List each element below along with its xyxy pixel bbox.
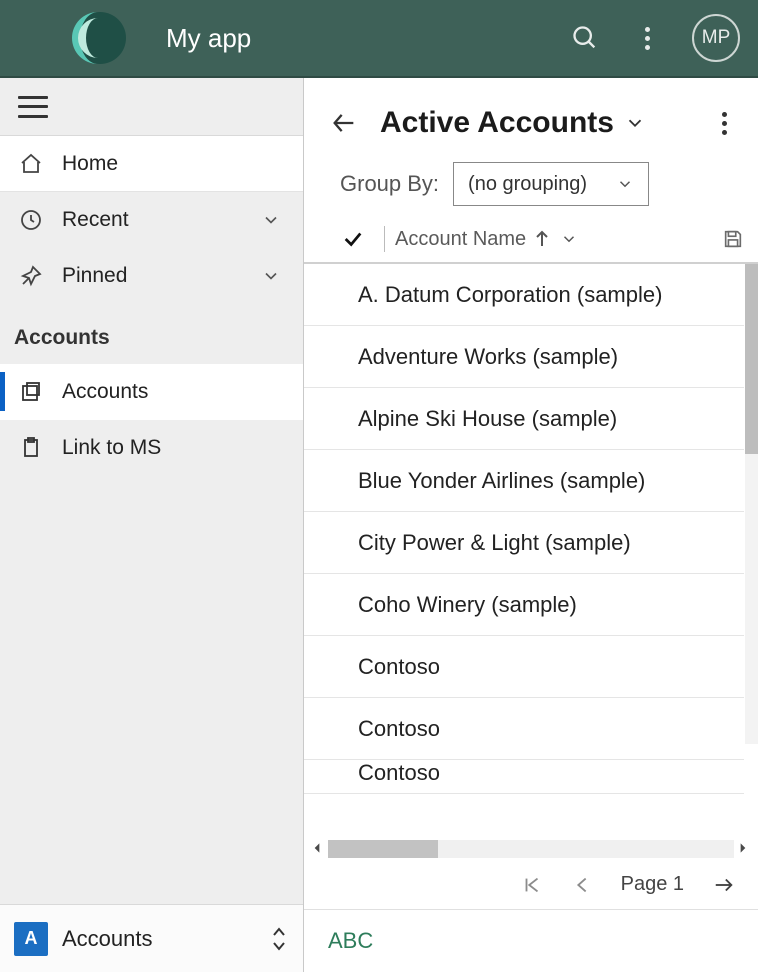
sidebar-item-label: Link to MS xyxy=(62,436,161,460)
pager-prev-button[interactable] xyxy=(571,874,593,896)
app-header: My app MP xyxy=(0,0,758,78)
sidebar-item-label: Accounts xyxy=(62,380,148,404)
table-row[interactable]: Coho Winery (sample) xyxy=(304,574,744,636)
app-title: My app xyxy=(166,23,251,54)
clock-icon xyxy=(18,207,44,233)
column-menu-button[interactable] xyxy=(560,230,578,248)
hamburger-icon[interactable] xyxy=(18,96,48,118)
sidebar-item-accounts[interactable]: Accounts xyxy=(0,364,303,420)
chevron-down-icon xyxy=(261,266,281,286)
table-row[interactable]: City Power & Light (sample) xyxy=(304,512,744,574)
search-icon[interactable] xyxy=(568,21,602,55)
view-selector[interactable]: Active Accounts xyxy=(380,106,646,140)
table-row[interactable]: Blue Yonder Airlines (sample) xyxy=(304,450,744,512)
back-button[interactable] xyxy=(330,109,358,137)
sidebar: Home Recent Pinned xyxy=(0,78,304,972)
group-by-select[interactable]: (no grouping) xyxy=(453,162,649,206)
home-icon xyxy=(18,151,44,177)
pager-label: Page 1 xyxy=(621,873,684,896)
vertical-scrollbar[interactable] xyxy=(745,264,758,744)
sidebar-item-label: Recent xyxy=(62,208,129,232)
table-row[interactable]: Contoso xyxy=(304,636,744,698)
chevron-down-icon xyxy=(624,112,646,134)
avatar-initials: MP xyxy=(702,27,731,49)
table-row[interactable]: Adventure Works (sample) xyxy=(304,326,744,388)
sidebar-item-label: Home xyxy=(62,152,118,176)
area-badge: A xyxy=(14,922,48,956)
chevron-down-icon xyxy=(261,210,281,230)
scroll-left-icon[interactable] xyxy=(310,841,326,857)
view-more-button[interactable] xyxy=(710,112,738,135)
area-switcher[interactable]: A Accounts xyxy=(0,904,303,972)
scroll-right-icon[interactable] xyxy=(736,841,752,857)
pin-icon xyxy=(18,263,44,289)
sidebar-item-home[interactable]: Home xyxy=(0,136,303,192)
sidebar-section-label: Accounts xyxy=(0,304,303,364)
clipboard-icon xyxy=(18,435,44,461)
more-icon[interactable] xyxy=(630,21,664,55)
group-by-label: Group By: xyxy=(340,171,439,197)
jump-bar[interactable]: ABC xyxy=(328,928,373,954)
sidebar-item-recent[interactable]: Recent xyxy=(0,192,303,248)
chevron-down-icon xyxy=(616,175,634,193)
save-icon[interactable] xyxy=(722,228,744,250)
group-by-value: (no grouping) xyxy=(468,173,587,196)
app-logo xyxy=(68,8,128,68)
pager: Page 1 xyxy=(304,860,758,910)
sidebar-item-link-to-ms[interactable]: Link to MS xyxy=(0,420,303,476)
table-row[interactable]: Contoso xyxy=(304,698,744,760)
select-all-check[interactable] xyxy=(342,228,366,250)
view-title-text: Active Accounts xyxy=(380,106,614,140)
column-header-row: Account Name xyxy=(304,222,758,264)
table-row[interactable]: Contoso xyxy=(304,760,744,794)
chevron-updown-icon xyxy=(269,925,289,953)
table-row[interactable]: A. Datum Corporation (sample) xyxy=(304,264,744,326)
accounts-icon xyxy=(18,379,44,405)
column-header-account-name[interactable]: Account Name xyxy=(395,228,526,251)
pager-first-button[interactable] xyxy=(521,874,543,896)
area-label: Accounts xyxy=(62,926,153,952)
sort-ascending-icon xyxy=(534,230,550,248)
avatar[interactable]: MP xyxy=(692,14,740,62)
sidebar-item-pinned[interactable]: Pinned xyxy=(0,248,303,304)
table-row[interactable]: Alpine Ski House (sample) xyxy=(304,388,744,450)
sidebar-item-label: Pinned xyxy=(62,264,127,288)
horizontal-scrollbar[interactable] xyxy=(304,838,758,860)
pager-next-button[interactable] xyxy=(712,874,736,896)
main-content: Active Accounts Group By: (no grouping) xyxy=(304,78,758,972)
